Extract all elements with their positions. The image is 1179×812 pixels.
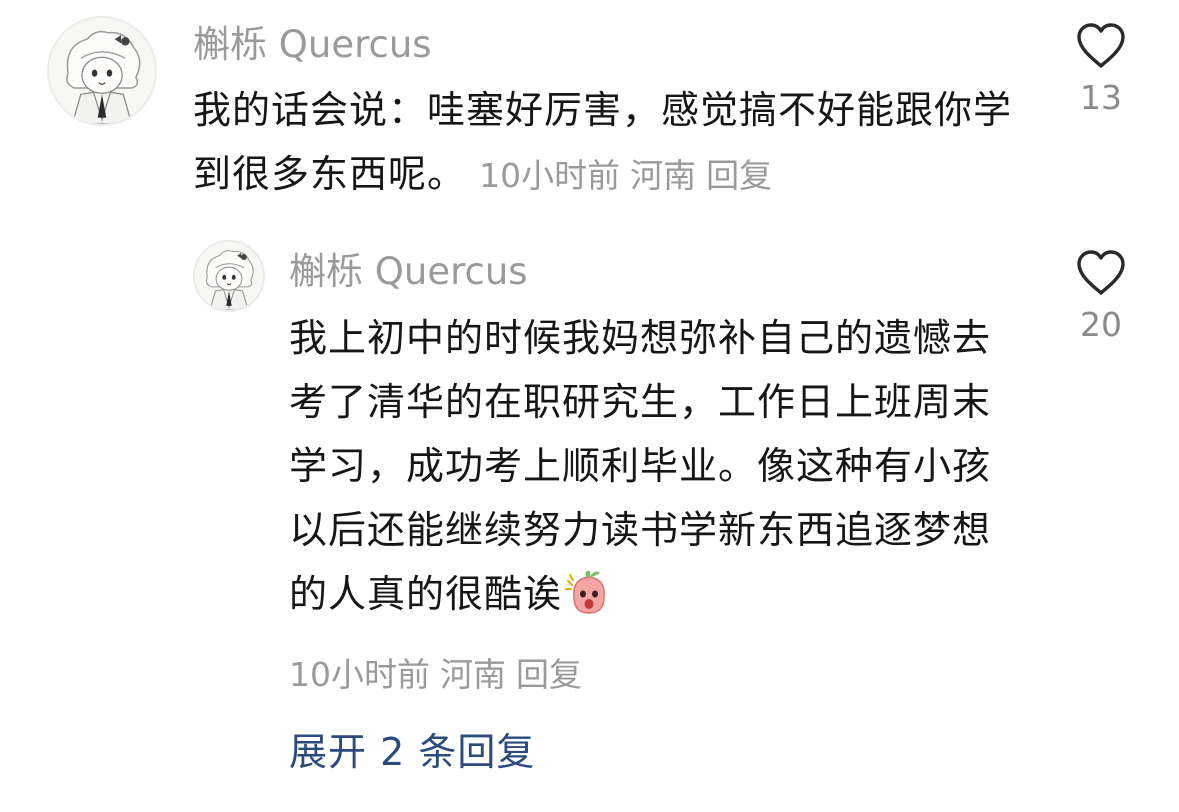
like-button[interactable]: 13 xyxy=(1061,22,1141,118)
comment-meta: 10小时前 河南 回复 xyxy=(479,156,782,195)
comment-text: 我上初中的时候我妈想弥补自己的遗憾去考了清华的在职研究生，工作日上班周末学习，成… xyxy=(289,306,1029,626)
like-count: 13 xyxy=(1080,78,1122,117)
heart-outline-icon xyxy=(1077,23,1125,68)
comment-time: 10小时前 xyxy=(479,156,621,195)
like-button[interactable]: 20 xyxy=(1061,249,1141,345)
like-count: 20 xyxy=(1080,305,1122,344)
avatar[interactable] xyxy=(193,240,265,312)
avatar[interactable] xyxy=(47,16,157,126)
reply-button[interactable]: 回复 xyxy=(516,655,582,694)
reply-button[interactable]: 回复 xyxy=(706,156,772,195)
comment-time: 10小时前 xyxy=(289,655,430,694)
expand-replies-button[interactable]: 展开 2 条回复 xyxy=(289,729,535,775)
comment-username[interactable]: 槲栎 Quercus xyxy=(289,250,528,294)
comment-body: 我上初中的时候我妈想弥补自己的遗憾去考了清华的在职研究生，工作日上班周末学习，成… xyxy=(289,316,992,616)
comment-location: 河南 xyxy=(440,655,506,694)
comment-location: 河南 xyxy=(630,156,697,195)
comment-text: 我的话会说：哇塞好厉害，感觉搞不好能跟你学到很多东西呢。 10小时前 河南 回复 xyxy=(193,78,1033,208)
comment-meta: 10小时前 河南 回复 xyxy=(289,648,592,696)
heart-outline-icon xyxy=(1077,250,1125,295)
comment-username[interactable]: 槲栎 Quercus xyxy=(193,23,432,67)
shocked-peach-sticker xyxy=(565,570,605,614)
